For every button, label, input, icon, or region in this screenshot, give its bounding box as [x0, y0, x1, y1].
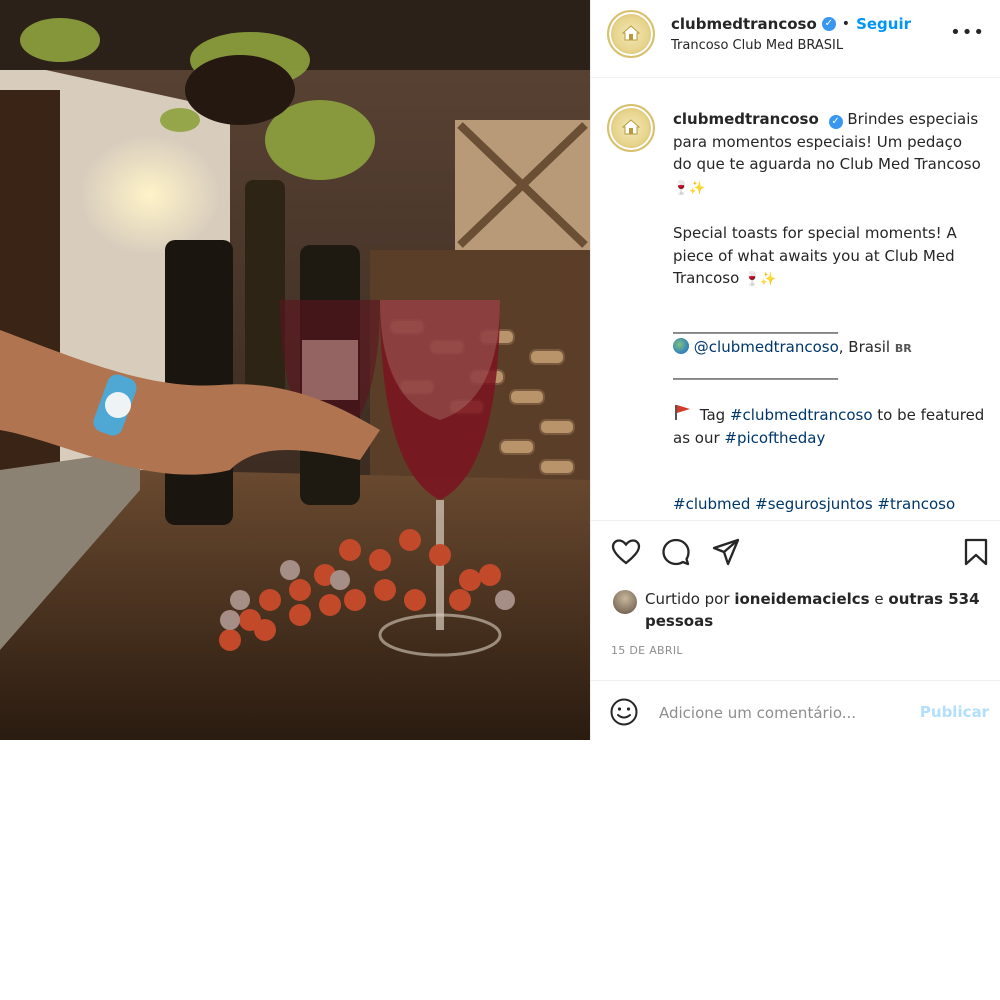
flag-icon [673, 404, 695, 427]
country-code: BR [894, 341, 912, 355]
caption-pt: clubmedtrancoso ✓ Brindes especiais para… [673, 108, 985, 200]
follow-button[interactable]: Seguir [856, 15, 911, 33]
verified-badge-icon: ✓ [828, 115, 843, 129]
mention-suffix: , Brasil [838, 337, 891, 356]
caption-area: clubmedtrancoso ✓ Brindes especiais para… [591, 100, 1000, 520]
verified-badge-icon: ✓ [821, 17, 836, 31]
hashtags-list[interactable]: #clubmed #segurosjuntos #trancoso [673, 493, 985, 516]
liker-avatar[interactable] [613, 590, 637, 614]
wine-sparkle-emoji: 🍷✨ [673, 180, 706, 196]
smiley-icon[interactable] [609, 697, 639, 727]
separator-dot: • [841, 16, 851, 32]
globe-icon [673, 337, 689, 354]
publish-button[interactable]: Publicar [920, 703, 989, 721]
club-logo-icon [622, 119, 640, 135]
likes-summary: Curtido por ioneidemacielcs e outras 534… [591, 585, 1000, 645]
account-avatar[interactable] [607, 10, 655, 58]
post-caption: clubmedtrancoso ✓ Brindes especiais para… [673, 108, 985, 516]
account-username[interactable]: clubmedtrancoso [671, 15, 817, 33]
likes-mid: e [874, 590, 884, 608]
club-logo-icon [622, 25, 640, 41]
post-date[interactable]: 15 DE ABRIL [611, 644, 683, 657]
comment-input[interactable] [659, 701, 909, 725]
caption-avatar[interactable] [607, 104, 655, 152]
liker-username[interactable]: ioneidemacielcs [734, 590, 869, 608]
heart-icon[interactable] [611, 537, 641, 567]
mention-link[interactable]: @clubmedtrancoso [694, 338, 839, 356]
bookmark-icon[interactable] [961, 537, 991, 567]
tag-prefix: Tag [699, 406, 726, 424]
post-actions-bar [591, 520, 1000, 584]
caption-en-text: Special toasts for special moments! A pi… [673, 224, 957, 287]
divider-line: ______________________ [673, 315, 838, 334]
post-header: clubmedtrancoso ✓ • Seguir Trancoso Club… [591, 0, 1000, 78]
post-location[interactable]: Trancoso Club Med BRASIL [671, 38, 843, 53]
header-user-row: clubmedtrancoso ✓ • Seguir [671, 13, 911, 35]
caption-mention-line: @clubmedtrancoso, Brasil BR [673, 336, 985, 361]
post-photo-illustration [0, 0, 590, 740]
wine-sparkle-emoji: 🍷✨ [744, 272, 777, 287]
divider-line: ______________________ [673, 362, 838, 380]
hashtag-link[interactable]: #picoftheday [724, 429, 825, 447]
likes-prefix: Curtido por [645, 590, 730, 608]
caption-username[interactable]: clubmedtrancoso [673, 110, 819, 128]
comment-icon[interactable] [661, 537, 691, 567]
caption-tag-line: Tag #clubmedtrancoso to be featured as o… [673, 404, 985, 449]
more-options-button[interactable]: ••• [950, 22, 985, 43]
likes-text: Curtido por ioneidemacielcs e outras 534… [645, 588, 985, 632]
share-icon[interactable] [711, 537, 741, 567]
comment-bar: Publicar [591, 680, 1000, 740]
post-photo[interactable] [0, 0, 590, 740]
hashtag-link[interactable]: #clubmedtrancoso [730, 406, 873, 424]
post-side-panel: clubmedtrancoso ✓ • Seguir Trancoso Club… [590, 0, 1000, 740]
caption-en: Special toasts for special moments! A pi… [673, 222, 985, 292]
